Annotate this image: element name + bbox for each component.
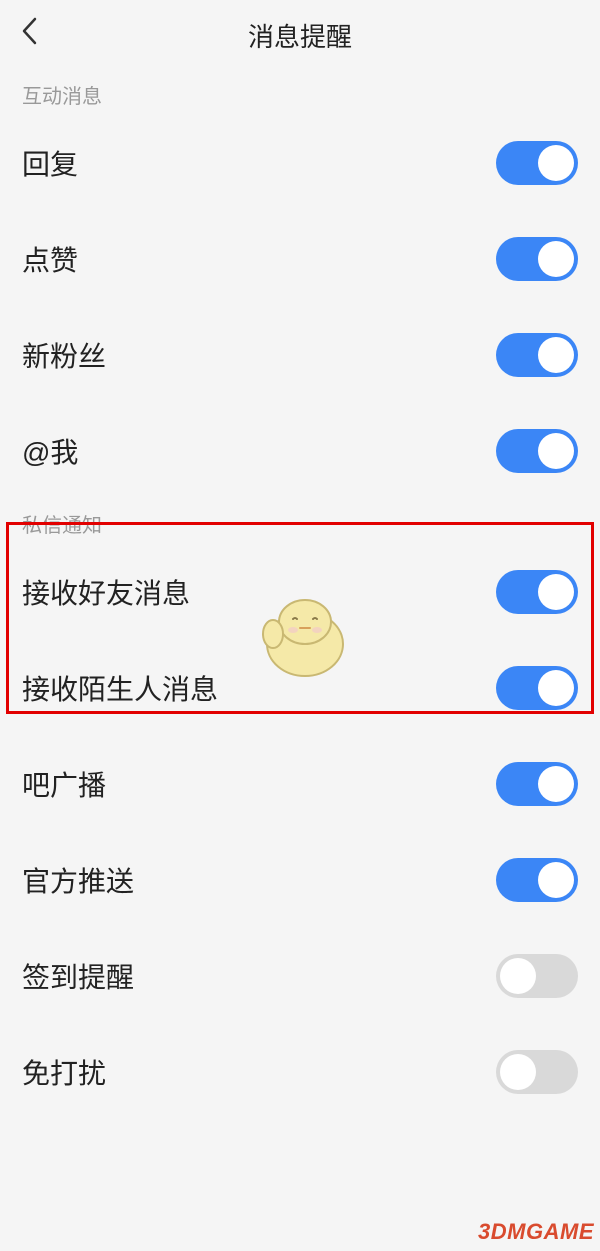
toggle-new-follower[interactable] xyxy=(496,333,578,377)
row-label: 回复 xyxy=(22,143,78,183)
row-official-push: 官方推送 xyxy=(0,832,600,928)
back-button[interactable] xyxy=(20,16,38,54)
row-label: 点赞 xyxy=(22,239,78,279)
row-label: 接收陌生人消息 xyxy=(22,668,218,708)
toggle-dnd[interactable] xyxy=(496,1050,578,1094)
page-title: 消息提醒 xyxy=(248,17,352,54)
toggle-like[interactable] xyxy=(496,237,578,281)
row-label: @我 xyxy=(22,431,78,471)
row-dnd: 免打扰 xyxy=(0,1024,600,1120)
row-label: 吧广播 xyxy=(22,764,106,804)
toggle-stranger-msg[interactable] xyxy=(496,666,578,710)
toggle-checkin-reminder[interactable] xyxy=(496,954,578,998)
row-stranger-msg: 接收陌生人消息 xyxy=(0,640,600,736)
row-label: 官方推送 xyxy=(22,860,134,900)
section-header-dm: 私信通知 xyxy=(0,499,600,544)
toggle-friend-msg[interactable] xyxy=(496,570,578,614)
chevron-left-icon xyxy=(20,16,38,46)
toggle-reply[interactable] xyxy=(496,141,578,185)
row-label: 签到提醒 xyxy=(22,956,134,996)
toggle-official-push[interactable] xyxy=(496,858,578,902)
row-label: 接收好友消息 xyxy=(22,572,190,612)
row-like: 点赞 xyxy=(0,211,600,307)
watermark: 3DMGAME xyxy=(478,1219,594,1245)
toggle-at-me[interactable] xyxy=(496,429,578,473)
header: 消息提醒 xyxy=(0,0,600,70)
row-checkin-reminder: 签到提醒 xyxy=(0,928,600,1024)
row-new-follower: 新粉丝 xyxy=(0,307,600,403)
row-friend-msg: 接收好友消息 xyxy=(0,544,600,640)
toggle-broadcast[interactable] xyxy=(496,762,578,806)
section-header-interactive: 互动消息 xyxy=(0,70,600,115)
row-broadcast: 吧广播 xyxy=(0,736,600,832)
row-label: 新粉丝 xyxy=(22,335,106,375)
row-reply: 回复 xyxy=(0,115,600,211)
row-label: 免打扰 xyxy=(22,1052,106,1092)
row-at-me: @我 xyxy=(0,403,600,499)
